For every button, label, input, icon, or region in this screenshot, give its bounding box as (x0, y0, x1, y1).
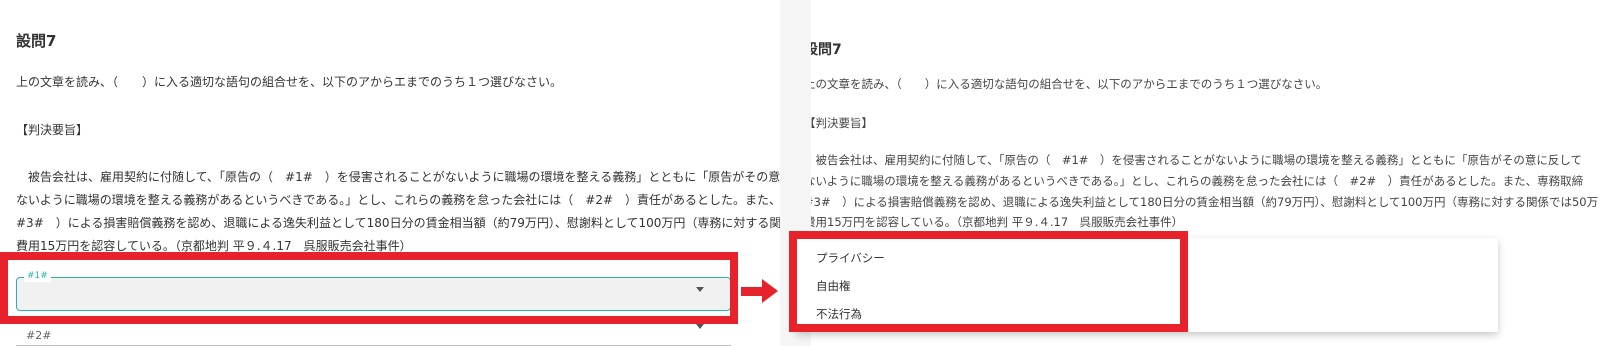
body-line: ないように職場の環境を整える義務があるというべきである。」とし、これらの義務を怠… (811, 174, 1584, 188)
arrow-head-icon (762, 279, 778, 303)
body-line: #3# ）による損害賠償義務を認め、退職による逸失利益として180日分の賃金相当… (811, 195, 1599, 209)
question-title: 設問7 (16, 32, 57, 50)
field2-label: #2# (26, 329, 52, 342)
question-instruction: 上の文章を読み、（ ）に入る適切な語句の組合せを、以下のアからエまでのうち１つ選… (811, 77, 1328, 91)
highlight-frame-dropdown (789, 231, 1188, 332)
highlight-frame-select (0, 252, 738, 324)
body-line: 被告会社は、雇用契約に付随して、「原告の（ #1# ）を侵害されることがないよう… (16, 170, 780, 184)
body-line: ないように職場の環境を整える義務があるというべきである。」とし、これらの義務を怠… (16, 193, 780, 207)
section-header: 【判決要旨】 (811, 116, 873, 130)
body-line: 費用15万円を認容している。（京都地判 平９.４.17 呉服販売会社事件） (811, 215, 1184, 229)
section-header: 【判決要旨】 (16, 123, 89, 137)
question-instruction: 上の文章を読み、（ ）に入る適切な語句の組合せを、以下のアからエまでのうち１つ選… (16, 75, 563, 89)
body-line: #3# ）による損害賠償義務を認め、退職による逸失利益として180日分の賃金相当… (16, 216, 780, 230)
question-title: 設問7 (811, 42, 842, 58)
body-line: 被告会社は、雇用契約に付随して、「原告の（ #1# ）を侵害されることがないよう… (811, 153, 1582, 167)
arrow-icon (741, 287, 763, 296)
chevron-down-icon[interactable] (696, 324, 704, 329)
